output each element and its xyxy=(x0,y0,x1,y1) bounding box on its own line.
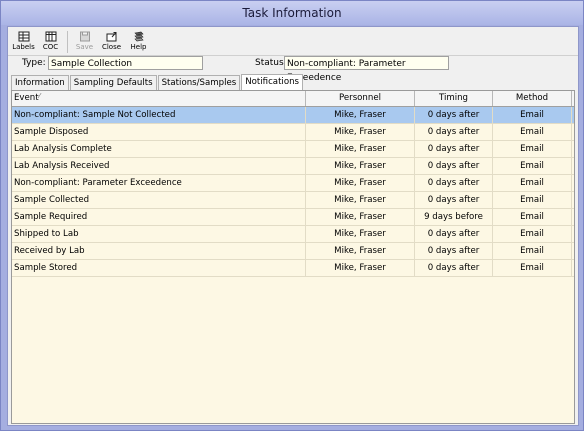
task-information-window: Task Information Labels COC Save Close H… xyxy=(0,0,584,431)
personnel-cell: Mike, Fraser xyxy=(306,260,415,276)
personnel-cell: Mike, Fraser xyxy=(306,192,415,208)
timing-cell: 0 days after xyxy=(415,124,493,140)
method-cell: Email xyxy=(493,107,572,123)
help-button[interactable]: Help xyxy=(125,29,152,54)
method-cell: Email xyxy=(493,226,572,242)
status-label: Status: xyxy=(255,58,287,68)
method-cell: Email xyxy=(493,192,572,208)
table-row[interactable]: Non-compliant: Parameter Exceedence Mike… xyxy=(12,175,574,192)
table-row[interactable]: Shipped to Lab Mike, Fraser 0 days after… xyxy=(12,226,574,243)
event-cell: Sample Required xyxy=(12,209,306,225)
close-icon xyxy=(106,32,116,42)
personnel-cell: Mike, Fraser xyxy=(306,107,415,123)
toolbar: Labels COC Save Close Help xyxy=(10,29,152,54)
coc-button-label: COC xyxy=(42,43,59,51)
tab-stations-samples[interactable]: Stations/Samples xyxy=(157,75,241,90)
event-cell: Shipped to Lab xyxy=(12,226,306,242)
column-header-event-label: Event xyxy=(14,93,39,103)
grid-header: Event ⁄ Personnel Timing Method xyxy=(12,91,574,107)
type-field[interactable]: Sample Collection xyxy=(48,56,203,70)
personnel-cell: Mike, Fraser xyxy=(306,141,415,157)
method-cell: Email xyxy=(493,158,572,174)
column-header-event[interactable]: Event ⁄ xyxy=(12,91,306,106)
personnel-cell: Mike, Fraser xyxy=(306,209,415,225)
labels-button-label: Labels xyxy=(12,43,35,51)
personnel-cell: Mike, Fraser xyxy=(306,158,415,174)
timing-cell: 0 days after xyxy=(415,226,493,242)
event-cell: Received by Lab xyxy=(12,243,306,259)
timing-cell: 0 days after xyxy=(415,192,493,208)
method-cell: Email xyxy=(493,243,572,259)
tab-information[interactable]: Information xyxy=(11,75,69,90)
column-header-personnel[interactable]: Personnel xyxy=(306,91,415,106)
table-row[interactable]: Sample Disposed Mike, Fraser 0 days afte… xyxy=(12,124,574,141)
table-row[interactable]: Sample Collected Mike, Fraser 0 days aft… xyxy=(12,192,574,209)
help-icon xyxy=(133,31,144,42)
personnel-cell: Mike, Fraser xyxy=(306,175,415,191)
event-cell: Non-compliant: Parameter Exceedence xyxy=(12,175,306,191)
method-cell: Email xyxy=(493,260,572,276)
type-label: Type: xyxy=(22,58,46,68)
table-row[interactable]: Non-compliant: Sample Not Collected Mike… xyxy=(12,107,574,124)
timing-cell: 0 days after xyxy=(415,158,493,174)
method-cell: Email xyxy=(493,141,572,157)
table-row[interactable]: Lab Analysis Complete Mike, Fraser 0 day… xyxy=(12,141,574,158)
personnel-cell: Mike, Fraser xyxy=(306,124,415,140)
column-header-method[interactable]: Method xyxy=(493,91,572,106)
event-cell: Lab Analysis Complete xyxy=(12,141,306,157)
notifications-grid: Event ⁄ Personnel Timing Method Non-comp… xyxy=(11,90,575,424)
table-row[interactable]: Sample Stored Mike, Fraser 0 days after … xyxy=(12,260,574,277)
column-header-timing[interactable]: Timing xyxy=(415,91,493,106)
timing-cell: 9 days before xyxy=(415,209,493,225)
table-row[interactable]: Lab Analysis Received Mike, Fraser 0 day… xyxy=(12,158,574,175)
coc-icon xyxy=(45,31,56,42)
sort-indicator-icon: ⁄ xyxy=(39,92,41,100)
labels-button[interactable]: Labels xyxy=(10,29,37,54)
save-icon xyxy=(79,31,90,42)
method-cell: Email xyxy=(493,124,572,140)
timing-cell: 0 days after xyxy=(415,260,493,276)
event-cell: Non-compliant: Sample Not Collected xyxy=(12,107,306,123)
event-cell: Sample Disposed xyxy=(12,124,306,140)
window-title: Task Information xyxy=(1,1,583,25)
method-cell: Email xyxy=(493,175,572,191)
coc-button[interactable]: COC xyxy=(37,29,64,54)
personnel-cell: Mike, Fraser xyxy=(306,226,415,242)
table-row[interactable]: Received by Lab Mike, Fraser 0 days afte… xyxy=(12,243,574,260)
tab-strip: Information Sampling Defaults Stations/S… xyxy=(11,74,304,90)
table-row[interactable]: Sample Required Mike, Fraser 9 days befo… xyxy=(12,209,574,226)
save-button-label: Save xyxy=(75,43,94,51)
help-button-label: Help xyxy=(130,43,147,51)
tab-sampling-defaults[interactable]: Sampling Defaults xyxy=(69,75,157,90)
close-button-label: Close xyxy=(101,43,122,51)
close-button[interactable]: Close xyxy=(98,29,125,54)
timing-cell: 0 days after xyxy=(415,141,493,157)
client-area: Labels COC Save Close Help Type: Sample … xyxy=(7,26,579,426)
toolbar-separator xyxy=(67,31,68,53)
event-cell: Sample Stored xyxy=(12,260,306,276)
event-cell: Lab Analysis Received xyxy=(12,158,306,174)
personnel-cell: Mike, Fraser xyxy=(306,243,415,259)
status-field[interactable]: Non-compliant: Parameter Exceedence xyxy=(284,56,449,83)
tab-notifications[interactable]: Notifications xyxy=(241,74,304,90)
labels-icon xyxy=(18,31,29,42)
save-button[interactable]: Save xyxy=(71,29,98,54)
event-cell: Sample Collected xyxy=(12,192,306,208)
timing-cell: 0 days after xyxy=(415,243,493,259)
method-cell: Email xyxy=(493,209,572,225)
timing-cell: 0 days after xyxy=(415,107,493,123)
timing-cell: 0 days after xyxy=(415,175,493,191)
